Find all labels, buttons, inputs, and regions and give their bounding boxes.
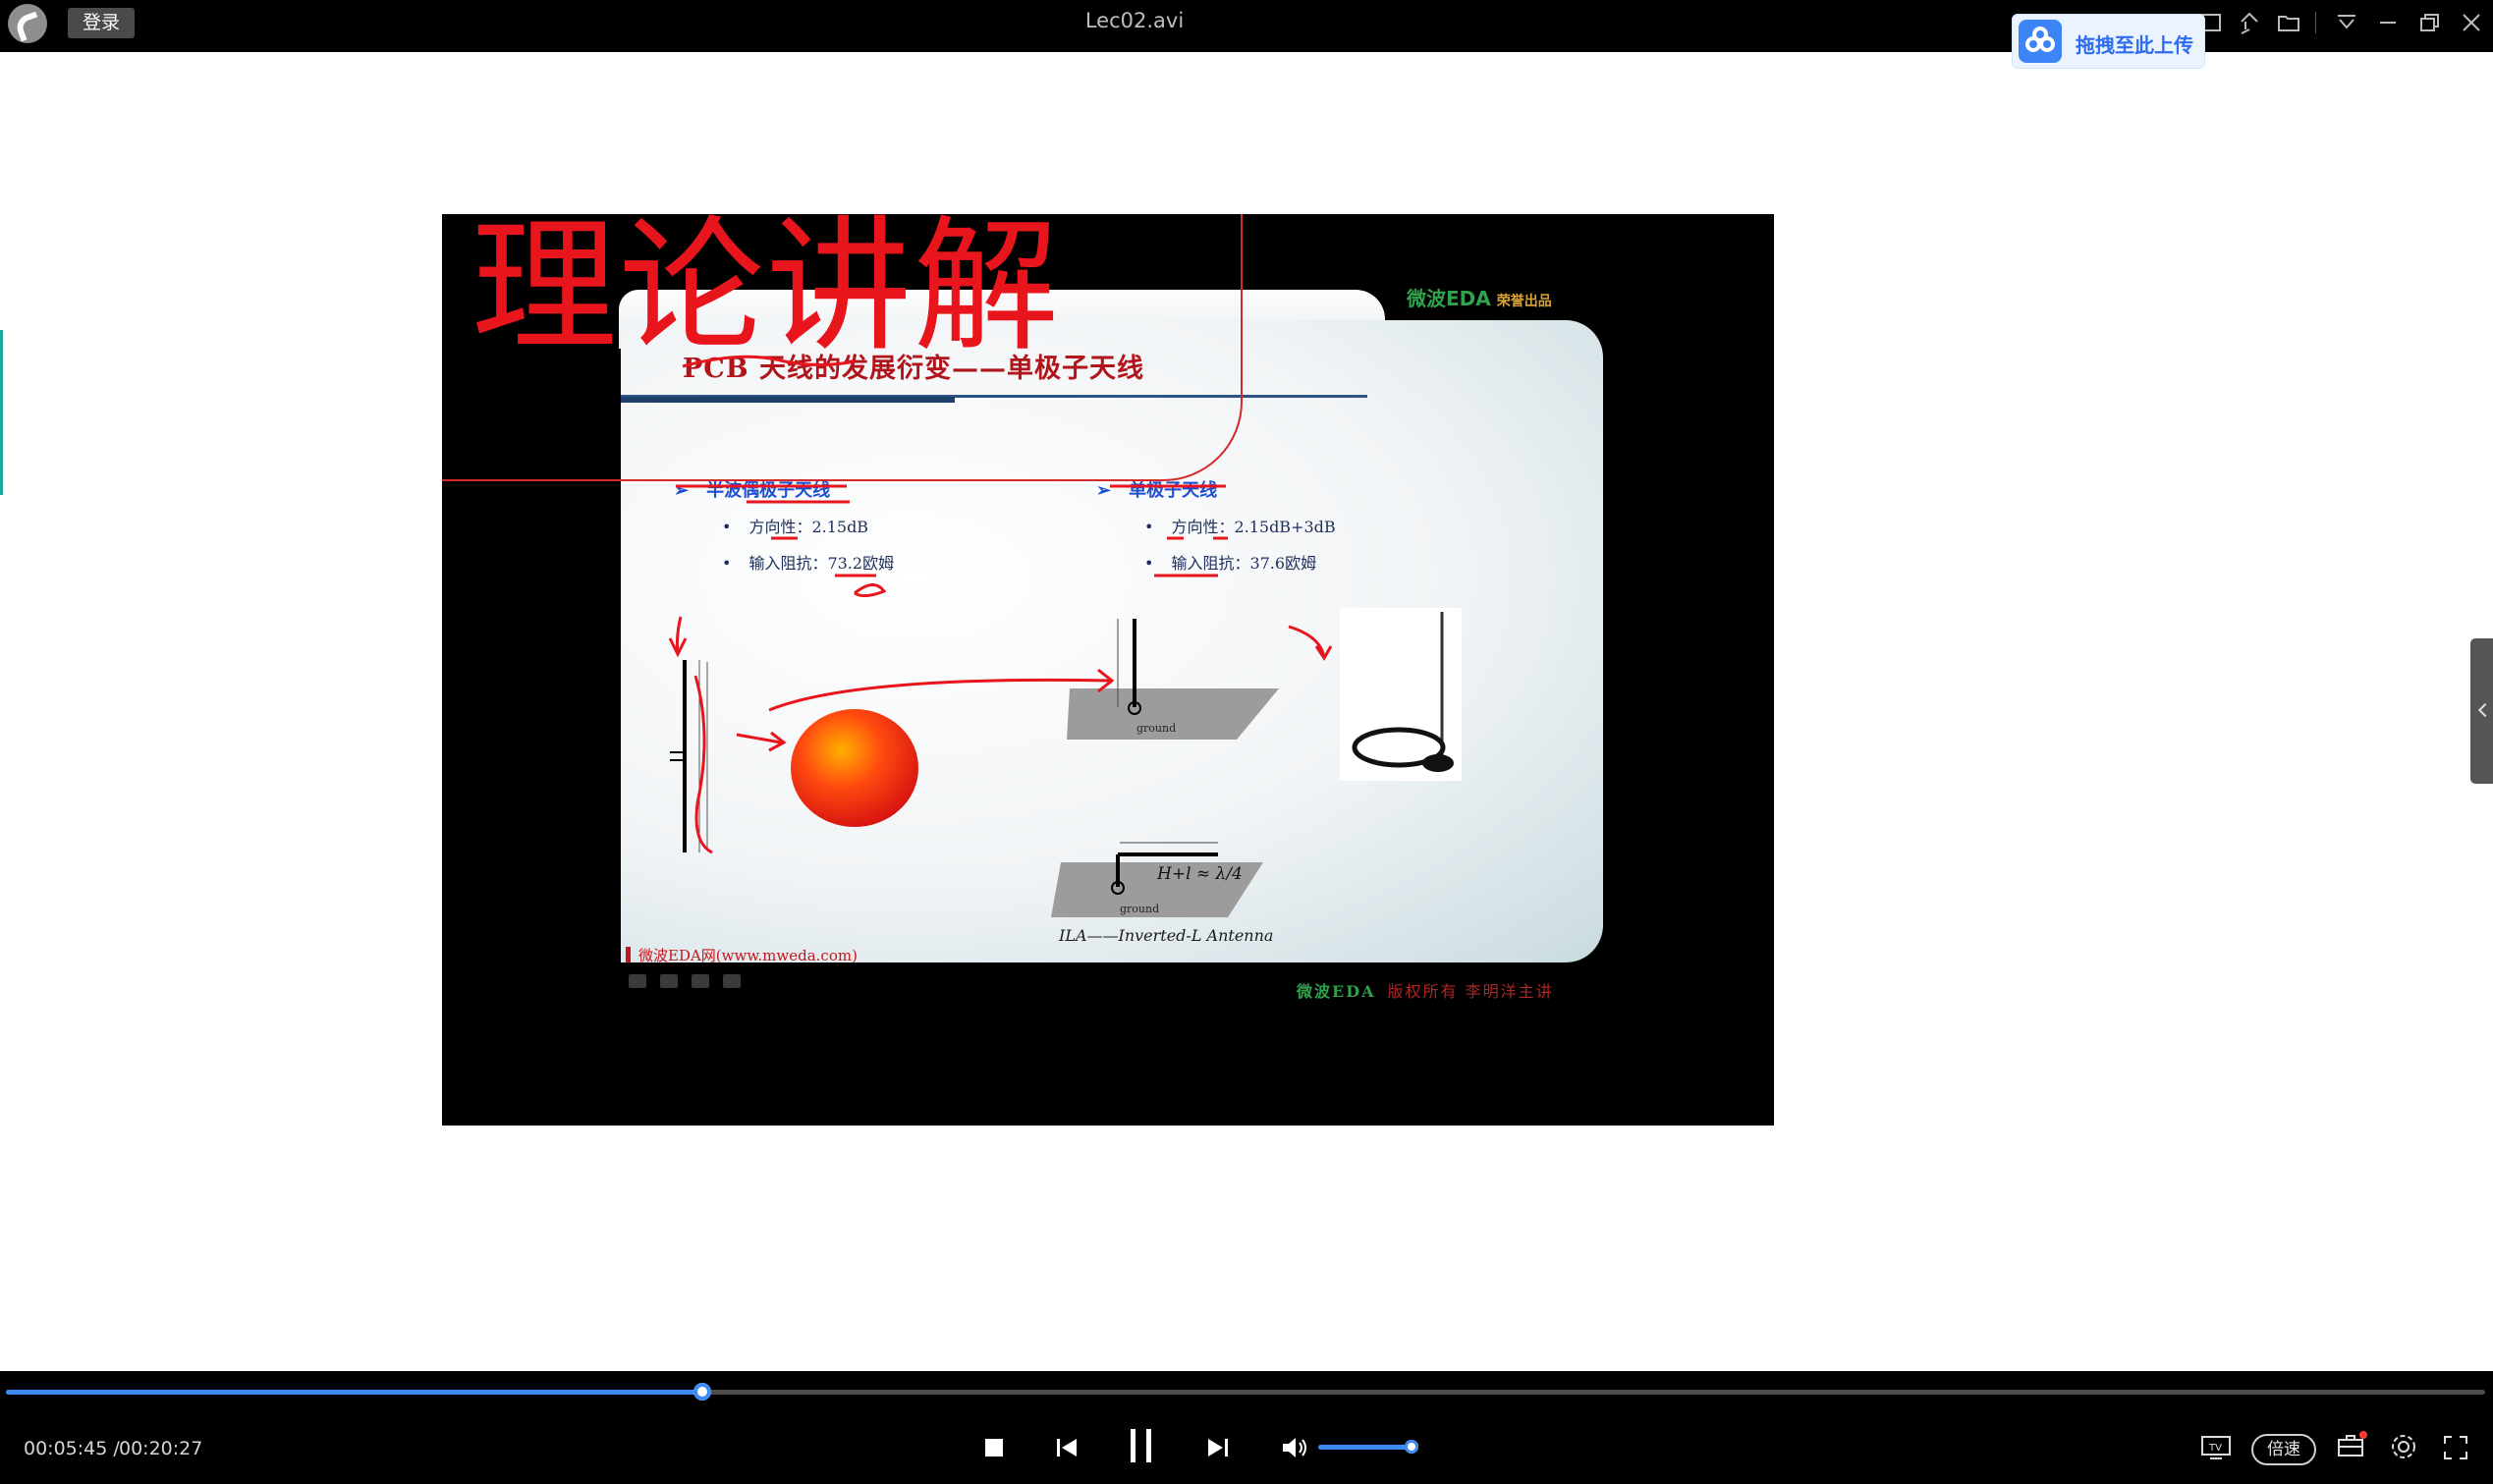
settings-icon[interactable]	[2389, 1432, 2418, 1461]
seek-bar[interactable]	[6, 1383, 2485, 1401]
fullscreen-icon[interactable]	[2442, 1434, 2469, 1461]
left-panel-handle[interactable]	[0, 330, 3, 495]
upload-drop-badge[interactable]: 拖拽至此上传	[2012, 14, 2205, 69]
volume-slider[interactable]	[1318, 1445, 1411, 1450]
current-time: 00:05:45 /	[24, 1438, 120, 1459]
radiation-pattern-ball	[791, 709, 918, 827]
total-time: 00:20:27	[119, 1438, 203, 1459]
pin-icon[interactable]	[2236, 10, 2261, 35]
seek-thumb[interactable]	[693, 1383, 712, 1401]
ila-caption: ILA——Inverted-L Antenna	[1059, 926, 1274, 945]
slide-footer: 微波EDA网(www.mweda.com)	[626, 945, 858, 965]
antenna-photo	[1340, 608, 1462, 781]
ground-label: ground	[1136, 722, 1177, 735]
upload-badge-label: 拖拽至此上传	[2076, 33, 2193, 57]
baidu-cloud-icon	[2019, 20, 2062, 63]
minimize-icon[interactable]	[2375, 10, 2401, 35]
slide-nav-controls	[629, 973, 754, 992]
next-icon[interactable]	[1204, 1434, 1232, 1461]
seek-bar-progress	[6, 1390, 703, 1395]
close-icon[interactable]	[2459, 10, 2484, 35]
speed-button[interactable]: 倍速	[2251, 1434, 2316, 1465]
stop-icon[interactable]	[980, 1434, 1008, 1461]
restore-icon[interactable]	[2416, 10, 2442, 35]
title-divider	[2315, 12, 2316, 33]
svg-text:TV: TV	[2208, 1443, 2222, 1454]
dipole-antenna-diagram	[670, 660, 708, 852]
volume-thumb[interactable]	[1405, 1440, 1418, 1454]
ground-label-2: ground	[1120, 903, 1160, 915]
menu-icon[interactable]	[2334, 10, 2359, 35]
login-button[interactable]: 登录	[68, 8, 135, 38]
control-bar: 00:05:45 / 00:20:27 TV 倍速	[0, 1371, 2493, 1484]
handwritten-heading: 理论讲解	[471, 214, 1061, 371]
volume-icon[interactable]	[1280, 1434, 1309, 1461]
ila-formula: H+l ≈ λ/4	[1157, 864, 1243, 884]
toolbox-icon[interactable]	[2336, 1430, 2367, 1461]
pause-icon[interactable]	[1124, 1426, 1159, 1465]
folder-icon[interactable]	[2276, 10, 2301, 35]
playlist-toggle-handle[interactable]	[2470, 638, 2493, 784]
app-logo-icon[interactable]	[8, 4, 47, 43]
slide-copyright: 微波EDA 版权所有 李明洋主讲	[1297, 982, 1554, 1001]
tv-cast-icon[interactable]: TV	[2200, 1434, 2232, 1461]
window-title: Lec02.avi	[1084, 9, 1185, 32]
video-frame[interactable]: 微波EDA 荣誉出品 PCB 天线的发展衍变——单极子天线 ➢ 半波偶极子天线 • 方…	[442, 214, 1774, 1126]
previous-icon[interactable]	[1053, 1434, 1080, 1461]
